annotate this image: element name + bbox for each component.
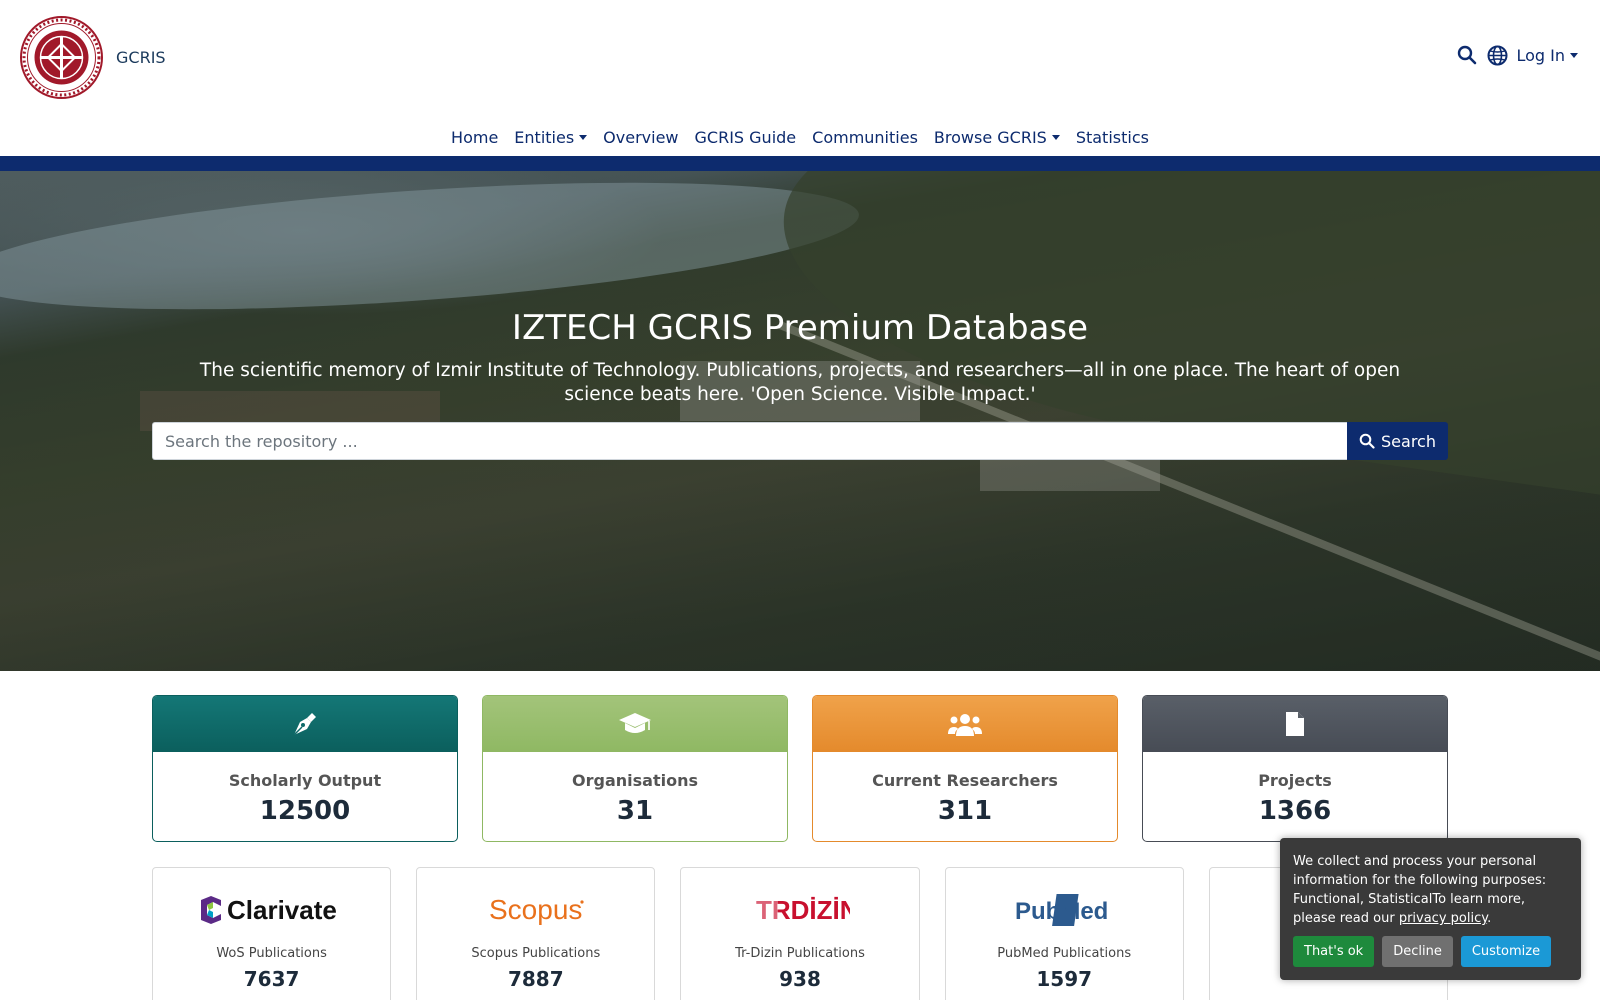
publication-card-wos[interactable]: Clarivate WoS Publications 7637 <box>152 867 392 1000</box>
stat-card-value: 31 <box>616 796 654 826</box>
cookie-consent-popup: We collect and process your personal inf… <box>1280 838 1581 980</box>
stat-card-header <box>153 696 457 752</box>
stat-card-value: 311 <box>937 796 993 826</box>
search-icon[interactable] <box>1456 44 1478 66</box>
stat-card-current-researchers[interactable]: Current Researchers 311 <box>812 695 1118 842</box>
trdizin-logo: TRDİZİN <box>681 882 918 938</box>
login-label: Log In <box>1516 45 1565 65</box>
publication-card-scopus[interactable]: Scopus Scopus Publications 7887 <box>416 867 656 1000</box>
stat-card-label: Current Researchers <box>872 771 1058 790</box>
hero-banner <box>0 171 1600 671</box>
login-dropdown[interactable]: Log In <box>1516 46 1578 65</box>
nav-item-home[interactable]: Home <box>451 128 498 147</box>
cookie-message: We collect and process your personal inf… <box>1293 852 1568 928</box>
stat-card-label: Projects <box>1258 771 1332 790</box>
users-icon <box>948 714 982 736</box>
header-actions: Log In <box>1456 44 1578 66</box>
nav-label: Entities <box>514 127 575 147</box>
stat-card-value: 1366 <box>1258 796 1332 826</box>
cookie-suffix: . <box>1487 911 1492 926</box>
brand-name[interactable]: GCRIS <box>116 48 166 67</box>
pubmed-logo: PubMed <box>946 882 1183 938</box>
publication-value: 7637 <box>243 967 300 991</box>
publication-card-trdizin[interactable]: TRDİZİN Tr-Dizin Publications 938 <box>680 867 920 1000</box>
privacy-policy-link[interactable]: privacy policy <box>1399 911 1487 926</box>
search-button[interactable]: Search <box>1347 422 1448 460</box>
nav-item-statistics[interactable]: Statistics <box>1076 128 1149 147</box>
publication-value: 938 <box>779 967 821 991</box>
file-icon <box>1286 712 1304 736</box>
publication-label: WoS Publications <box>216 946 327 961</box>
hero-title: IZTECH GCRIS Premium Database <box>511 308 1089 348</box>
svg-text:PubMed: PubMed <box>1015 898 1108 925</box>
stat-card-organisations[interactable]: Organisations 31 <box>482 695 788 842</box>
nav-divider-bar <box>0 156 1600 171</box>
graduation-cap-icon <box>619 713 651 733</box>
stat-card-label: Organisations <box>572 771 698 790</box>
nav-item-communities[interactable]: Communities <box>812 128 918 147</box>
publication-value: 1597 <box>1036 967 1093 991</box>
nav-label: Overview <box>603 127 679 147</box>
publication-sources: Clarivate WoS Publications 7637 Scopus S… <box>152 867 1449 1000</box>
publication-label: Scopus Publications <box>471 946 601 961</box>
globe-icon[interactable] <box>1486 44 1508 66</box>
stat-card-header <box>1143 696 1447 752</box>
nav-item-overview[interactable]: Overview <box>603 128 678 147</box>
search-input[interactable] <box>152 422 1347 460</box>
publication-label: Tr-Dizin Publications <box>735 946 865 961</box>
stat-card-projects[interactable]: Projects 1366 <box>1142 695 1448 842</box>
publication-value: 7887 <box>507 967 564 991</box>
nav-item-browse-gcris[interactable]: Browse GCRIS <box>934 128 1060 147</box>
publication-label: PubMed Publications <box>997 946 1132 961</box>
stat-card-label: Scholarly Output <box>228 771 382 790</box>
stats-cards: Scholarly Output 12500 Organisations 31 … <box>152 695 1448 842</box>
chevron-down-icon <box>1051 134 1060 140</box>
stat-card-scholarly-output[interactable]: Scholarly Output 12500 <box>152 695 458 842</box>
scopus-logo: Scopus <box>417 882 654 938</box>
nav-item-gcris-guide[interactable]: GCRIS Guide <box>695 128 797 147</box>
nav-item-entities[interactable]: Entities <box>514 127 588 147</box>
nav-label: Browse GCRIS <box>933 127 1047 147</box>
stat-card-value: 12500 <box>259 796 351 826</box>
site-header: GCRIS Log In <box>0 0 1600 115</box>
nav-label: Home <box>451 127 499 147</box>
cookie-customize-button[interactable]: Customize <box>1460 936 1552 967</box>
cookie-accept-button[interactable]: That's ok <box>1293 936 1375 967</box>
svg-text:Clarivate: Clarivate <box>227 895 337 925</box>
repository-search: Search <box>152 422 1448 460</box>
pen-nib-icon <box>293 713 316 736</box>
publication-card-pubmed[interactable]: PubMed PubMed Publications 1597 <box>944 867 1184 1000</box>
stat-card-header <box>813 696 1117 752</box>
clarivate-logo: Clarivate <box>153 882 390 938</box>
chevron-down-icon <box>1570 52 1578 58</box>
cookie-decline-button[interactable]: Decline <box>1382 936 1453 967</box>
svg-text:Scopus: Scopus <box>489 894 582 925</box>
nav-label: Communities <box>812 127 918 147</box>
nav-label: GCRIS Guide <box>694 127 797 147</box>
stat-card-header <box>483 696 787 752</box>
search-button-label: Search <box>1381 431 1436 451</box>
nav-label: Statistics <box>1075 127 1149 147</box>
main-nav: Home Entities Overview GCRIS Guide Commu… <box>0 122 1600 152</box>
chevron-down-icon <box>579 134 588 140</box>
search-icon <box>1359 433 1375 449</box>
hero-subtitle: The scientific memory of Izmir Institute… <box>199 360 1401 405</box>
iztech-seal-logo[interactable] <box>20 16 103 99</box>
cookie-buttons: That's ok Decline Customize <box>1293 936 1568 967</box>
